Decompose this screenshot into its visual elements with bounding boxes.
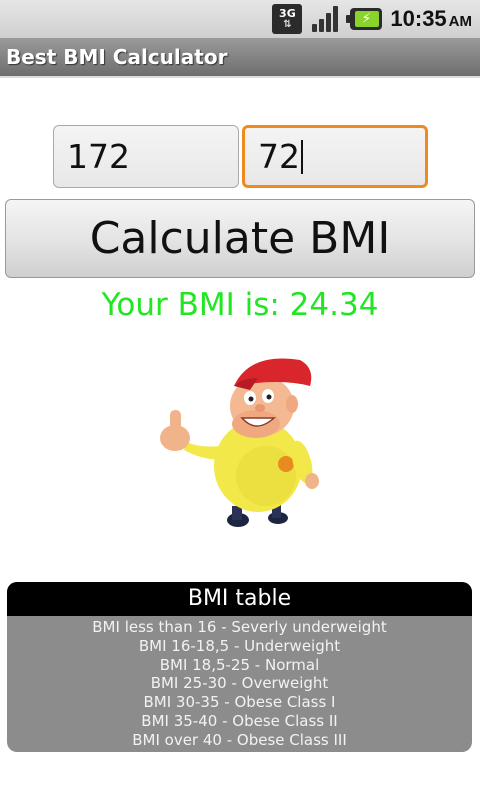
bmi-table-row: BMI 25-30 - Overweight — [150, 674, 329, 693]
height-input[interactable]: 172 — [53, 125, 239, 188]
status-bar: 3G ⇅ ⚡ 10:35 AM — [0, 0, 480, 38]
battery-charging-icon: ⚡ — [346, 8, 383, 30]
height-value: 172 — [67, 137, 130, 176]
status-clock: 10:35 AM — [390, 6, 472, 32]
weight-input[interactable]: 72 — [242, 125, 428, 188]
weight-value: 72 — [258, 137, 300, 176]
bmi-table-header: BMI table — [7, 582, 472, 616]
network-3g-icon: 3G ⇅ — [272, 4, 303, 34]
app-title-bar: Best BMI Calculator — [0, 38, 480, 78]
clock-ampm: AM — [448, 13, 472, 30]
calculate-bmi-label: Calculate BMI — [89, 213, 391, 264]
bmi-table-row: BMI 16-18,5 - Underweight — [138, 636, 341, 655]
text-cursor — [301, 139, 303, 174]
bmi-table-row: BMI 18,5-25 - Normal — [159, 655, 320, 674]
clock-time: 10:35 — [390, 6, 447, 31]
calculate-bmi-button[interactable]: Calculate BMI — [5, 199, 475, 278]
bmi-table-row: BMI over 40 - Obese Class III — [132, 730, 347, 749]
bmi-table-rows: BMI less than 16 - Severly underweight B… — [7, 616, 472, 750]
bmi-table-row: BMI less than 16 - Severly underweight — [92, 618, 387, 636]
bmi-table-row: BMI 30-35 - Obese Class I — [143, 693, 336, 712]
signal-strength-icon — [310, 4, 342, 34]
bmi-table-row: BMI 35-40 - Obese Class II — [141, 711, 338, 730]
network-type-label: 3G — [279, 7, 296, 20]
bmi-result-text: Your BMI is: 24.34 — [101, 287, 379, 323]
thumbs-up-mascot-image — [160, 358, 319, 527]
app-title: Best BMI Calculator — [6, 45, 228, 69]
bmi-table: BMI table BMI less than 16 - Severly und… — [7, 582, 472, 752]
